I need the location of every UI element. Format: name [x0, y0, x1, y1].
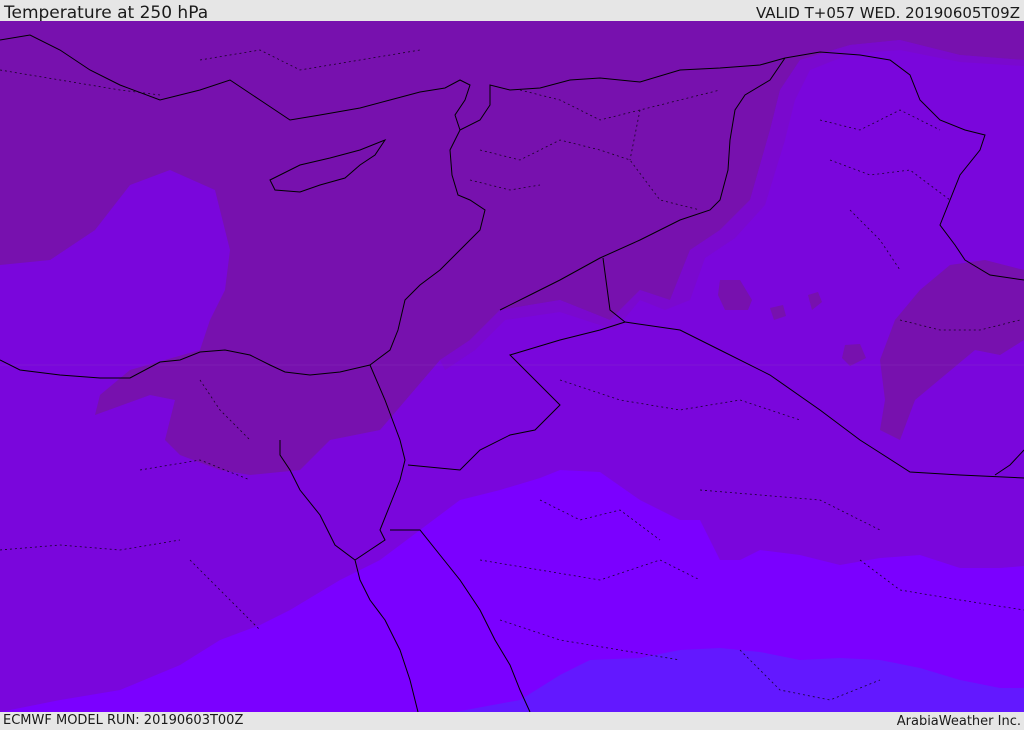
footer-bar: ECMWF MODEL RUN: 20190603T00Z ArabiaWeat… [0, 712, 1024, 729]
model-run-label: ECMWF MODEL RUN: 20190603T00Z [3, 713, 244, 728]
temperature-map [0, 21, 1024, 712]
map-canvas [0, 21, 1024, 712]
header-bar: Temperature at 250 hPa VALID T+057 WED. … [0, 0, 1024, 23]
credit-label: ArabiaWeather Inc. [896, 714, 1021, 729]
